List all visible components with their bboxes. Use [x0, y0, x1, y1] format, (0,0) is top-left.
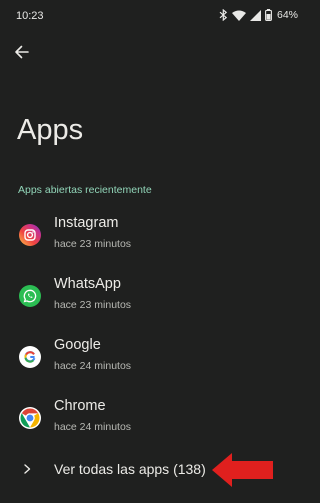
app-row-instagram[interactable]: Instagram hace 23 minutos	[0, 208, 308, 264]
app-row-whatsapp[interactable]: WhatsApp hace 23 minutos	[0, 269, 308, 325]
app-last-used: hace 23 minutos	[54, 238, 132, 250]
app-name: Instagram	[54, 215, 119, 231]
chrome-icon	[19, 407, 41, 429]
page-title: Apps	[17, 114, 84, 146]
app-last-used: hace 24 minutos	[54, 421, 132, 433]
app-name: WhatsApp	[54, 276, 121, 292]
app-row-google[interactable]: Google hace 24 minutos	[0, 330, 308, 386]
see-all-apps-label: Ver todas las apps (138)	[54, 461, 206, 477]
battery-icon	[265, 9, 272, 21]
app-name: Chrome	[54, 398, 106, 414]
app-last-used: hace 23 minutos	[54, 299, 132, 311]
wifi-icon	[231, 10, 246, 21]
status-bar: 10:23 64%	[0, 0, 308, 32]
app-row-chrome[interactable]: Chrome hace 24 minutos	[0, 391, 308, 447]
status-icons: 64%	[219, 9, 298, 21]
instagram-icon	[19, 224, 41, 246]
app-name: Google	[54, 337, 101, 353]
back-button[interactable]	[11, 41, 33, 63]
bluetooth-icon	[219, 9, 228, 21]
app-last-used: hace 24 minutos	[54, 360, 132, 372]
red-arrow-icon	[212, 452, 274, 488]
section-header-recent-apps: Apps abiertas recientemente	[18, 184, 152, 196]
google-icon	[19, 346, 41, 368]
status-time: 10:23	[16, 10, 44, 22]
whatsapp-icon	[19, 285, 41, 307]
chevron-right-icon	[20, 462, 34, 476]
battery-percentage: 64%	[276, 9, 298, 21]
signal-icon	[249, 9, 261, 21]
arrow-back-icon	[15, 45, 29, 59]
